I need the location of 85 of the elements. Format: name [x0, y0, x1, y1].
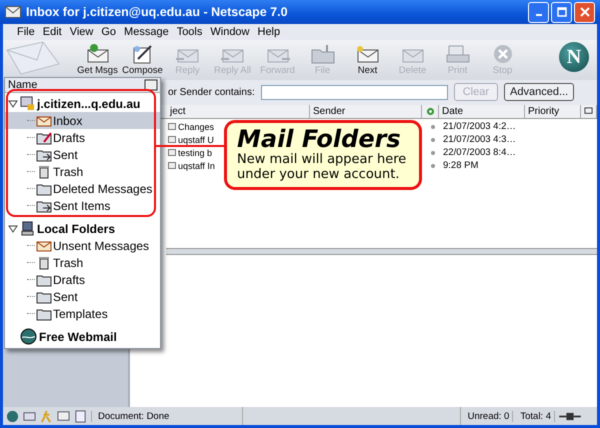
menu-item[interactable]: Help: [258, 26, 280, 38]
message-date: 21/07/2003 4:2…: [442, 121, 517, 132]
status-bar-icon[interactable]: [57, 410, 70, 422]
account-name[interactable]: Local Folders: [37, 222, 116, 236]
folder-icon: [36, 290, 52, 304]
toolbar-button[interactable]: Get Msgs: [75, 43, 120, 76]
folder-arrow-icon: [36, 148, 52, 162]
read-dot-icon: [430, 150, 434, 154]
folder-icon: [308, 43, 336, 65]
message-date: 9:28 PM: [442, 160, 480, 171]
read-dot-icon: [430, 164, 434, 168]
total-count: Total: 4: [517, 410, 555, 422]
server-icon: [20, 96, 35, 111]
printer-icon: [444, 43, 472, 65]
folder-item[interactable]: Inbox: [5, 112, 160, 129]
advanced-button[interactable]: Advanced...: [504, 83, 574, 101]
minimize-icon: [536, 14, 542, 16]
folder-item[interactable]: Drafts: [5, 129, 160, 146]
menu-item[interactable]: View: [70, 26, 94, 38]
folder-item[interactable]: Sent: [5, 146, 160, 163]
folder-arrow-icon: [36, 198, 52, 212]
menu-item[interactable]: File: [17, 26, 35, 38]
plug-icon[interactable]: [559, 412, 581, 420]
column-header[interactable]: ject: [170, 106, 186, 117]
folder-icon: [36, 182, 52, 196]
expand-arrow-icon[interactable]: [8, 224, 18, 234]
column-picker-icon: [584, 107, 593, 116]
toolbar-button[interactable]: Next: [345, 43, 390, 76]
status-bar-icon[interactable]: [74, 410, 87, 422]
folder-item[interactable]: Unsent Messages: [5, 237, 160, 254]
message-date: 21/07/2003 4:3…: [442, 134, 517, 145]
menu-item[interactable]: Tools: [176, 26, 202, 38]
folder-icon: [36, 306, 52, 320]
account-name[interactable]: j.citizen...q.edu.au: [37, 96, 140, 110]
expand-arrow-icon[interactable]: [8, 98, 18, 108]
message-date: 22/07/2003 8:4…: [442, 147, 517, 158]
folder-item[interactable]: Sent Items: [5, 197, 160, 214]
column-header[interactable]: Sender: [310, 105, 422, 118]
folder-item[interactable]: Drafts: [5, 271, 160, 288]
computer-icon: [20, 221, 35, 236]
column-header[interactable]: Name: [5, 79, 38, 91]
folder-item[interactable]: Trash: [5, 163, 160, 180]
menu-item[interactable]: Edit: [42, 26, 62, 38]
folder-item[interactable]: Sent: [5, 288, 160, 305]
search-label: or Sender contains:: [168, 86, 255, 98]
search-field[interactable]: [260, 84, 448, 100]
account-name[interactable]: Free Webmail: [39, 330, 117, 344]
callout-title: Mail Folders: [237, 126, 402, 152]
folder-item[interactable]: Trash: [5, 254, 160, 271]
close-button[interactable]: [574, 2, 595, 22]
minimize-button[interactable]: [528, 2, 549, 22]
window-title: Inbox for j.citizen@uq.edu.au - Netscape 7.0: [26, 5, 289, 19]
menu-item[interactable]: Message: [124, 26, 169, 38]
message-subject[interactable]: uqstaff In: [178, 160, 215, 170]
column-picker-icon[interactable]: [144, 79, 158, 91]
toolbar-button[interactable]: Compose: [120, 43, 165, 76]
close-icon: [580, 7, 590, 17]
read-dot-icon: [430, 138, 434, 142]
envelope-icon: [36, 238, 52, 252]
folder-item[interactable]: Templates: [5, 305, 160, 322]
message-subject[interactable]: Changes: [178, 122, 214, 132]
folder-icon: [36, 272, 52, 286]
maximize-icon: [556, 7, 566, 17]
folder-item[interactable]: Deleted Messages: [5, 180, 160, 197]
callout-text: New mail will appear here under your new account.: [237, 152, 408, 182]
maximize-button[interactable]: [551, 2, 572, 22]
message-subject[interactable]: uqstaff U: [178, 134, 214, 144]
trash-icon: [36, 164, 52, 178]
status-text: Document: Done: [91, 410, 238, 422]
inbox-icon: [36, 114, 52, 128]
column-header[interactable]: Date: [439, 105, 525, 118]
trash-icon: [36, 256, 52, 270]
message-subject[interactable]: testing b: [178, 148, 212, 158]
column-header[interactable]: Priority: [525, 105, 581, 118]
read-dot-icon: [430, 124, 434, 128]
status-bar-icon[interactable]: [6, 410, 19, 422]
globe-icon: [20, 328, 37, 345]
envelope-icon: [5, 6, 21, 18]
unread-column-icon: [426, 107, 434, 116]
pencil-folder-icon: [36, 130, 52, 144]
menu-item[interactable]: Window: [210, 26, 250, 38]
menu-item[interactable]: Go: [101, 26, 116, 38]
status-bar-icon[interactable]: [23, 410, 36, 422]
netscape-logo[interactable]: N: [559, 42, 589, 72]
unread-count: Unread: 0: [464, 410, 514, 422]
